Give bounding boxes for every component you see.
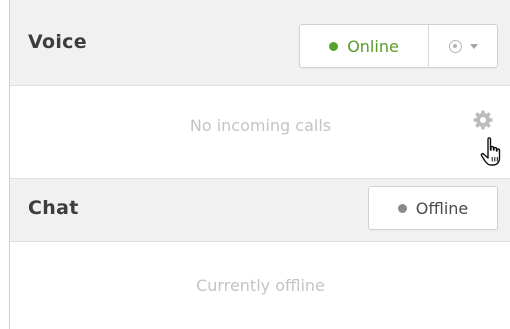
availability-panel: Voice Online No incoming calls Chat Offl… [9,0,510,329]
voice-section-header: Voice Online [10,0,510,86]
voice-status-label: Online [347,36,399,56]
hand-pointer-cursor-icon [480,136,510,170]
chat-empty-message: Currently offline [196,276,325,295]
chat-section-header: Chat Offline [10,178,510,242]
voice-status-control: Online [299,24,498,68]
chat-status-control: Offline [368,186,498,230]
online-status-dot-icon [329,41,339,51]
voice-empty-message: No incoming calls [189,116,332,135]
offline-status-dot-icon [397,203,407,213]
chat-status-button[interactable]: Offline [369,187,497,229]
gear-icon[interactable] [472,109,494,131]
status-options-icon [448,39,462,53]
chat-title: Chat [28,197,79,219]
chevron-down-icon [469,43,478,49]
voice-status-dropdown-button[interactable] [429,25,497,67]
voice-title: Voice [28,31,87,53]
voice-status-button[interactable]: Online [300,25,429,67]
chat-status-label: Offline [415,198,469,218]
